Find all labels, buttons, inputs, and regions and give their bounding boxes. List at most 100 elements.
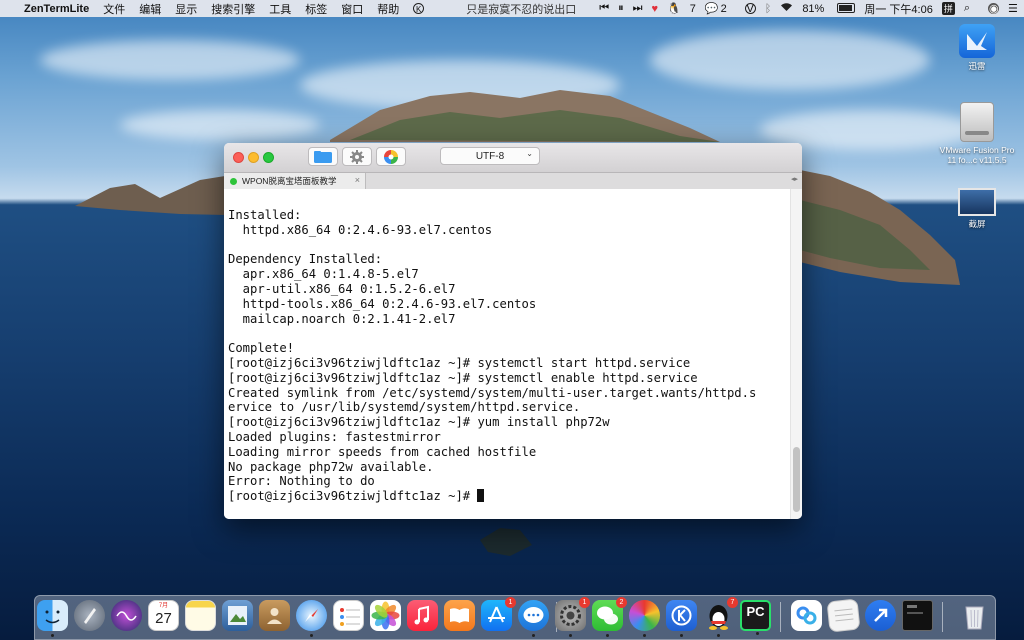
dock-music-icon[interactable] — [407, 600, 438, 631]
dock-pycharm-icon[interactable]: PC — [740, 600, 771, 635]
terminal-scrollbar[interactable] — [790, 189, 802, 519]
dock-color-picker-icon[interactable] — [629, 600, 660, 637]
wechat-status-icon[interactable]: 💬 2 — [705, 2, 727, 15]
maximize-window-button[interactable] — [263, 152, 274, 163]
vpn-icon[interactable]: V — [736, 2, 756, 15]
file-browser-button[interactable] — [308, 147, 338, 166]
terminal-line: Dependency Installed: — [228, 252, 383, 267]
encoding-select[interactable]: UTF-8 ⌄ — [440, 147, 540, 165]
dock-notes-icon[interactable] — [185, 600, 216, 631]
dock-k-app-icon[interactable] — [666, 600, 697, 637]
desktop-icon-label: 截屏 — [968, 219, 986, 229]
qq-status-icon[interactable]: 🐧 7 — [667, 2, 696, 15]
siri-icon[interactable]: ◉ — [979, 2, 999, 15]
calendar-day: 27 — [155, 610, 172, 627]
menu-tabs[interactable]: 标签 — [305, 1, 327, 17]
terminal-line: Installed: — [228, 208, 302, 222]
dock-siri-icon[interactable] — [111, 600, 142, 631]
dock-books-icon[interactable] — [444, 600, 475, 631]
dock-launchpad-icon[interactable] — [74, 600, 105, 631]
dock-safari-icon[interactable] — [296, 600, 327, 637]
terminal-cursor — [477, 489, 485, 503]
battery-icon[interactable] — [828, 2, 856, 15]
disk-drive-icon — [960, 102, 994, 142]
music-app-icon[interactable]: K — [413, 2, 438, 15]
gear-icon — [350, 149, 364, 164]
pause-icon[interactable]: ⏸ — [618, 2, 624, 15]
menu-search-engine[interactable]: 搜索引擎 — [211, 1, 255, 17]
terminal-line: Complete! — [228, 341, 295, 356]
dock-wechat-icon[interactable]: 2 — [592, 597, 627, 637]
now-playing-song[interactable]: 只是寂寞不忍的说出口 — [466, 1, 576, 17]
color-theme-button[interactable] — [376, 147, 406, 166]
terminal-line: apr-util.x86_64 0:1.5.2-6.el7 — [242, 281, 456, 296]
input-method-icon[interactable]: 拼 — [941, 2, 955, 15]
pycharm-label: PC — [746, 604, 765, 619]
next-track-icon[interactable]: ⏭ — [633, 2, 643, 15]
tab-session[interactable]: WPON脱离宝塔面板教学 × — [224, 173, 366, 189]
terminal-line: [root@izj6ci3v96tziwjldftc1az ~]# system… — [228, 355, 691, 370]
close-tab-icon[interactable]: × — [355, 175, 360, 185]
terminal-prompt: [root@izj6ci3v96tziwjldftc1az ~]# — [228, 489, 478, 504]
menu-window[interactable]: 窗口 — [341, 1, 363, 17]
dock-trash-icon[interactable] — [959, 600, 990, 631]
heart-icon[interactable]: ♥ — [652, 3, 659, 15]
dock-finder-icon[interactable] — [37, 600, 68, 637]
dock-app-store-icon[interactable]: 1 — [481, 597, 516, 631]
dock-qq-icon[interactable]: 7 — [703, 597, 738, 637]
dock-calendar-icon[interactable]: 7月 27 — [148, 600, 179, 631]
wechat-count: 2 — [720, 3, 727, 15]
dock-photos-icon[interactable] — [370, 600, 401, 631]
wifi-icon[interactable] — [780, 2, 793, 15]
dock: 7月 27 1 1 2 7 PC — [34, 595, 996, 640]
desktop-icon-label: 迅雷 — [968, 61, 986, 71]
terminal-output[interactable]: Installed: httpd.x86_64 0:2.4.6-93.el7.c… — [224, 189, 790, 519]
bluetooth-icon[interactable]: ᛒ — [765, 3, 772, 15]
xunlei-icon — [959, 24, 995, 58]
previous-track-icon[interactable]: ⏮ — [599, 2, 609, 15]
desktop-icon-screenshot[interactable]: 截屏 — [937, 188, 1017, 229]
desktop-icon-vmware-fusion[interactable]: VMware Fusion Pro 11 fo...c v11.5.5 — [937, 102, 1017, 165]
settings-button[interactable] — [342, 147, 372, 166]
dock-messenger-icon[interactable] — [518, 600, 549, 637]
calendar-month: 7月 — [158, 603, 169, 609]
dock-document-icon[interactable] — [826, 598, 861, 633]
battery-percent[interactable]: 81% — [802, 3, 824, 15]
terminal-lines: Installed: httpd.x86_64 0:2.4.6-93.el7.c… — [228, 208, 756, 488]
dock-system-preferences-icon[interactable]: 1 — [555, 597, 590, 637]
app-store-badge: 1 — [505, 597, 516, 608]
menu-file[interactable]: 文件 — [103, 1, 125, 17]
window-titlebar[interactable]: UTF-8 ⌄ — [224, 143, 802, 173]
menu-tools[interactable]: 工具 — [269, 1, 291, 17]
dock-remote-desktop-icon[interactable] — [865, 600, 896, 631]
tab-title: WPON脱离宝塔面板教学 — [242, 176, 337, 186]
terminal-window: UTF-8 ⌄ WPON脱离宝塔面板教学 × ◂▸ Installed: htt… — [224, 143, 802, 519]
tab-scroll-arrows-icon[interactable]: ◂▸ — [791, 175, 798, 183]
app-menu[interactable]: ZenTermLite — [24, 3, 89, 15]
color-wheel-icon — [384, 149, 398, 164]
menu-edit[interactable]: 编辑 — [139, 1, 161, 17]
encoding-value: UTF-8 — [475, 150, 505, 162]
terminal-line: Created symlink from /etc/systemd/system… — [228, 385, 757, 400]
scrollbar-thumb[interactable] — [793, 447, 800, 512]
spotlight-search-icon[interactable]: ⌕ — [964, 2, 970, 15]
dock-zenterm-window-thumbnail[interactable] — [902, 600, 933, 631]
clock[interactable]: 周一 下午4:06 — [864, 1, 932, 17]
terminal-line: Loading mirror speeds from cached hostfi… — [228, 444, 537, 459]
dock-contacts-icon[interactable] — [259, 600, 290, 631]
close-window-button[interactable] — [233, 152, 244, 163]
dock-reminders-icon[interactable] — [333, 600, 364, 631]
menu-help[interactable]: 帮助 — [377, 1, 399, 17]
menu-view[interactable]: 显示 — [175, 1, 197, 17]
desktop-icon-label: VMware Fusion Pro 11 fo...c v11.5.5 — [939, 145, 1015, 165]
desktop-icon-xunlei[interactable]: 迅雷 — [937, 24, 1017, 71]
dock-baidu-netdisk-icon[interactable] — [791, 600, 822, 631]
dock-preview-icon[interactable] — [222, 600, 253, 631]
minimize-window-button[interactable] — [248, 152, 259, 163]
screenshot-icon — [958, 188, 996, 216]
terminal-line: [root@izj6ci3v96tziwjldftc1az ~]# system… — [228, 370, 698, 385]
notification-center-icon[interactable]: ☰ — [1008, 2, 1018, 15]
terminal-line: httpd-tools.x86_64 0:2.4.6-93.el7.centos — [242, 296, 537, 311]
wechat-badge: 2 — [616, 597, 627, 608]
folder-icon — [314, 150, 332, 163]
